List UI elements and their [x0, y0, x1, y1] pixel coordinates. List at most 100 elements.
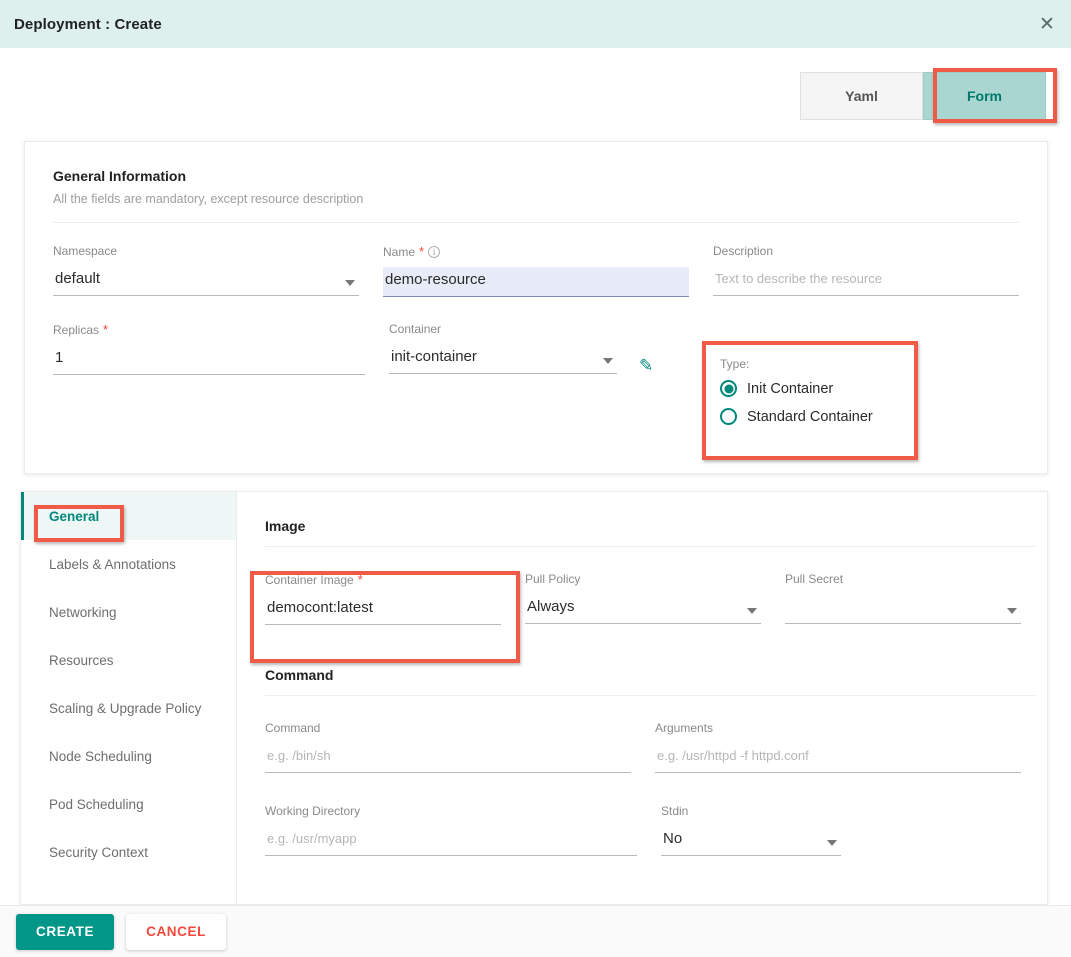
sidebar-item-label: Pod Scheduling: [49, 796, 144, 812]
stdin-select[interactable]: No: [661, 826, 841, 856]
view-mode-tabs: Yaml Form: [800, 72, 1046, 120]
radio-unselected-icon: [720, 408, 737, 425]
name-label: Name * i: [383, 245, 689, 258]
sidebar-item-label: Scaling & Upgrade Policy: [49, 700, 202, 716]
stdin-value: No: [663, 830, 683, 847]
type-label: Type:: [720, 357, 750, 371]
arguments-field: Arguments e.g. /usr/httpd -f httpd.conf: [655, 722, 1021, 773]
chevron-down-icon: [827, 840, 837, 846]
container-image-input[interactable]: democont:latest: [265, 595, 501, 625]
command-input[interactable]: e.g. /bin/sh: [265, 743, 631, 773]
description-input[interactable]: Text to describe the resource: [713, 266, 1019, 296]
pull-secret-label: Pull Secret: [785, 573, 1021, 585]
name-input[interactable]: demo-resource: [383, 267, 689, 297]
general-section-heading: General Information: [53, 168, 187, 184]
namespace-select[interactable]: default: [53, 266, 359, 296]
working-directory-input[interactable]: e.g. /usr/myapp: [265, 826, 637, 856]
pull-policy-field: Pull Policy Always: [525, 573, 761, 625]
working-directory-label-text: Working Directory: [265, 804, 361, 818]
sidebar-item-pod-scheduling[interactable]: Pod Scheduling: [21, 780, 236, 828]
description-placeholder: Text to describe the resource: [715, 271, 882, 286]
sidebar-item-partial[interactable]: [21, 876, 236, 886]
radio-init-container-label: Init Container: [747, 380, 834, 397]
create-button[interactable]: CREATE: [16, 913, 115, 950]
dialog-footer: CREATE CANCEL: [0, 905, 1071, 957]
chevron-down-icon: [1007, 608, 1017, 614]
name-label-text: Name: [383, 244, 416, 259]
pull-secret-select[interactable]: [785, 594, 1021, 624]
sidebar-item-label: Node Scheduling: [49, 748, 152, 764]
container-value: init-container: [391, 348, 477, 365]
sidebar-item-label: Networking: [49, 604, 117, 620]
general-row-1: Namespace default Name * i demo-resource…: [53, 245, 1019, 297]
namespace-value: default: [55, 270, 101, 287]
required-asterisk: *: [357, 572, 363, 587]
namespace-label: Namespace: [53, 245, 359, 257]
chevron-down-icon: [603, 358, 613, 364]
sidebar-item-label: General: [49, 508, 100, 524]
replicas-value: 1: [55, 349, 64, 366]
command-row-1: Command e.g. /bin/sh Arguments e.g. /usr…: [265, 722, 1021, 773]
container-image-value: democont:latest: [267, 599, 373, 616]
radio-standard-container-label: Standard Container: [747, 408, 873, 425]
arguments-input[interactable]: e.g. /usr/httpd -f httpd.conf: [655, 743, 1021, 773]
name-value: demo-resource: [385, 271, 486, 288]
pull-policy-value: Always: [527, 598, 575, 615]
command-row-2: Working Directory e.g. /usr/myapp Stdin …: [265, 805, 1021, 856]
sidebar-item-networking[interactable]: Networking: [21, 588, 236, 636]
command-label-text: Command: [265, 721, 321, 735]
radio-selected-icon: [720, 380, 737, 397]
sidebar-item-general[interactable]: General: [21, 492, 236, 540]
detail-pane: Image Container Image * democont:latest …: [237, 492, 1047, 904]
replicas-label: Replicas *: [53, 323, 365, 336]
required-asterisk: *: [103, 322, 109, 337]
sidebar-item-label: Resources: [49, 652, 114, 668]
general-section-subheading: All the fields are mandatory, except res…: [53, 192, 364, 206]
radio-standard-container[interactable]: Standard Container: [720, 408, 900, 425]
pull-policy-select[interactable]: Always: [525, 594, 761, 624]
chevron-down-icon: [345, 280, 355, 286]
sidebar-item-label: Security Context: [49, 844, 149, 860]
command-section-heading: Command: [265, 667, 334, 683]
pull-policy-label-text: Pull Policy: [525, 572, 581, 586]
divider: [265, 695, 1035, 696]
working-directory-placeholder: e.g. /usr/myapp: [267, 831, 357, 846]
description-label: Description: [713, 245, 1019, 257]
replicas-input[interactable]: 1: [53, 345, 365, 375]
sidebar-item-labels-annotations[interactable]: Labels & Annotations: [21, 540, 236, 588]
pull-secret-label-text: Pull Secret: [785, 572, 844, 586]
divider: [53, 222, 1019, 223]
tab-form[interactable]: Form: [923, 72, 1046, 120]
stdin-label-text: Stdin: [661, 804, 689, 818]
working-directory-label: Working Directory: [265, 805, 637, 817]
tab-yaml[interactable]: Yaml: [800, 72, 923, 120]
container-detail-card: General Labels & Annotations Networking …: [20, 491, 1048, 905]
name-field: Name * i demo-resource: [383, 245, 689, 297]
radio-init-container[interactable]: Init Container: [720, 380, 900, 397]
sidebar-item-scaling-upgrade-policy[interactable]: Scaling & Upgrade Policy: [21, 684, 236, 732]
command-placeholder: e.g. /bin/sh: [267, 748, 331, 763]
replicas-field: Replicas * 1: [53, 323, 365, 375]
container-image-label-text: Container Image: [265, 572, 354, 587]
sidebar-item-node-scheduling[interactable]: Node Scheduling: [21, 732, 236, 780]
pencil-icon[interactable]: ✎: [639, 357, 653, 374]
container-select[interactable]: init-container: [389, 344, 617, 374]
divider: [265, 546, 1035, 547]
namespace-label-text: Namespace: [53, 244, 118, 258]
stdin-field: Stdin No: [661, 805, 841, 856]
cancel-button[interactable]: CANCEL: [126, 913, 226, 950]
sidebar-item-label: Labels & Annotations: [49, 556, 176, 572]
info-icon[interactable]: i: [428, 245, 441, 258]
description-field: Description Text to describe the resourc…: [713, 245, 1019, 297]
close-icon[interactable]: ✕: [1033, 10, 1061, 38]
sidebar-item-resources[interactable]: Resources: [21, 636, 236, 684]
working-directory-field: Working Directory e.g. /usr/myapp: [265, 805, 637, 856]
container-label: Container: [389, 323, 701, 335]
image-section-heading: Image: [265, 518, 306, 534]
window-title-bar: Deployment : Create ✕: [0, 0, 1071, 48]
stdin-label: Stdin: [661, 805, 841, 817]
chevron-down-icon: [747, 608, 757, 614]
sidebar-item-security-context[interactable]: Security Context: [21, 828, 236, 876]
arguments-placeholder: e.g. /usr/httpd -f httpd.conf: [657, 748, 809, 763]
required-asterisk: *: [419, 244, 425, 259]
